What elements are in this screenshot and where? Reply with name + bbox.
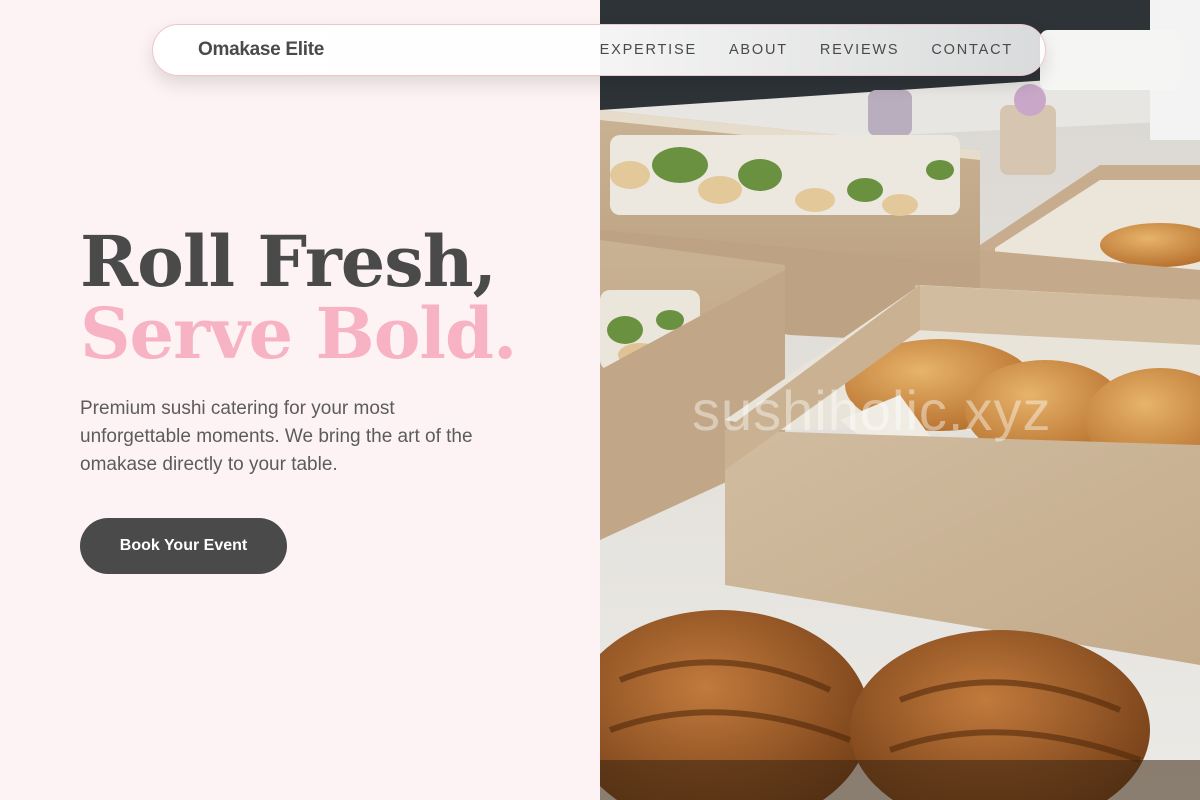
- nav-link-expertise[interactable]: EXPERTISE: [600, 42, 697, 58]
- image-watermark: sushiholic.xyz: [692, 379, 1052, 442]
- nav-links: EXPERTISE ABOUT REVIEWS CONTACT: [600, 42, 1013, 58]
- nav-link-reviews[interactable]: REVIEWS: [820, 42, 899, 58]
- nav-link-contact[interactable]: CONTACT: [931, 42, 1013, 58]
- hero-subtitle: Premium sushi catering for your most unf…: [80, 398, 473, 475]
- navbar: Omakase Elite EXPERTISE ABOUT REVIEWS CO…: [152, 24, 1046, 76]
- headline-line-1: Roll Fresh,: [80, 220, 497, 303]
- book-event-button[interactable]: Book Your Event: [80, 518, 287, 574]
- headline-line-2: Serve Bold.: [80, 292, 517, 375]
- hero-headline: Roll Fresh, Serve Bold.: [80, 220, 517, 375]
- page: sushiholic.xyz Omakase Elite EXPERTISE A…: [0, 0, 1200, 800]
- brand-logo-text[interactable]: Omakase Elite: [198, 39, 324, 61]
- nav-link-about[interactable]: ABOUT: [729, 42, 788, 58]
